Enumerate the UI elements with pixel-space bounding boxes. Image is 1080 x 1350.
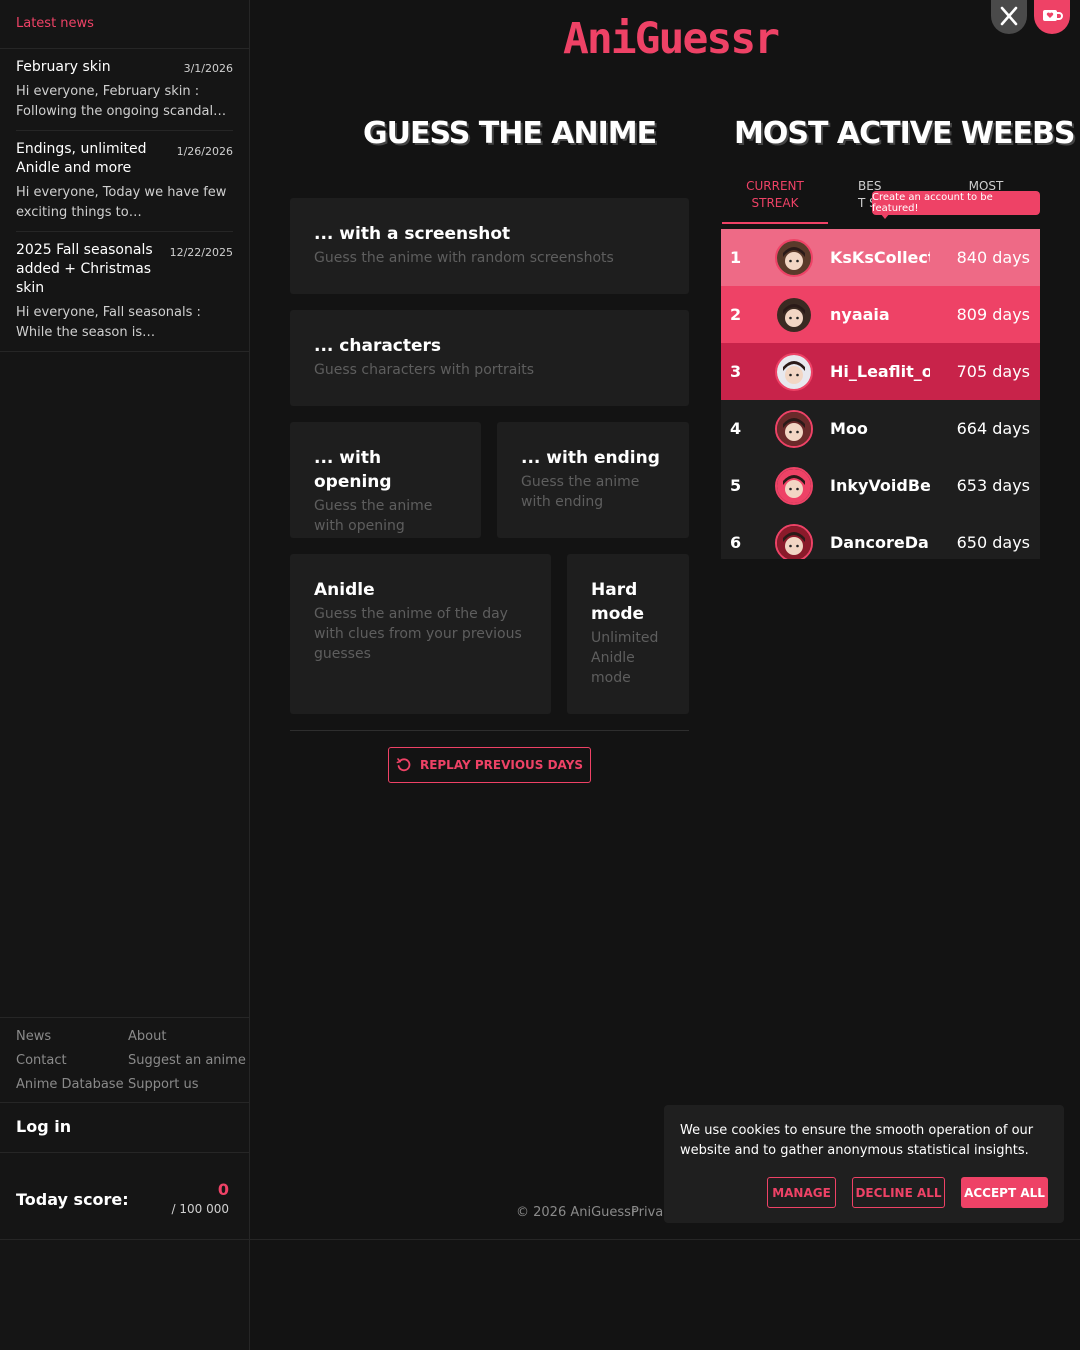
card-title: ... characters	[314, 336, 442, 356]
rank-number: 2	[730, 305, 742, 324]
card-desc: Guess the anime with random screenshots	[314, 250, 614, 266]
replay-previous-days-button[interactable]: REPLAY PREVIOUS DAYS	[388, 747, 591, 783]
tab-label: CURRENT STREAK	[746, 179, 804, 210]
leaderboard-row[interactable]: 6 DancoreDan 650 days	[721, 514, 1040, 559]
link-contact[interactable]: Contact	[16, 1053, 67, 1068]
news-date: 3/1/2026	[183, 62, 233, 75]
site-logo[interactable]: AniGuessr	[563, 14, 780, 64]
mode-hard-card[interactable]: Hard mode Unlimited Anidle mode	[567, 554, 689, 714]
card-desc: Guess characters with portraits	[314, 362, 535, 378]
privacy-link[interactable]: Privacy	[631, 1205, 665, 1220]
modes-title: GUESS THE ANIME	[363, 116, 657, 151]
rank-number: 5	[730, 476, 742, 495]
coffee-cup-icon[interactable]	[1034, 0, 1070, 34]
card-desc: Guess the anime with opening	[314, 498, 433, 534]
divider	[290, 730, 689, 731]
username: KsKsCollecti	[830, 248, 930, 267]
replay-icon	[396, 758, 411, 772]
link-anime-database[interactable]: Anime Database	[16, 1077, 124, 1092]
card-desc: Guess the anime with ending	[521, 474, 640, 510]
tab-underline	[722, 222, 828, 224]
mode-ending-card[interactable]: ... with ending Guess the anime with end…	[497, 422, 689, 538]
news-item[interactable]: 12/22/2025 2025 Fall seasonals added + C…	[16, 232, 233, 351]
username: Moo	[830, 419, 868, 438]
card-title: ... with a screenshot	[314, 224, 511, 244]
cookie-banner: We use cookies to ensure the smooth oper…	[664, 1105, 1064, 1223]
rank-number: 1	[730, 248, 742, 267]
news-date: 12/22/2025	[169, 246, 233, 259]
tab-current-streak[interactable]: CURRENT STREAK	[728, 178, 822, 212]
news-text: Hi everyone, Fall seasonals : While the …	[16, 305, 201, 340]
news-item[interactable]: 1/26/2026 Endings, unlimited Anidle and …	[16, 131, 233, 232]
news-header: Latest news	[0, 0, 249, 49]
score-label: Today score:	[16, 1190, 129, 1209]
streak-days: 809 days	[956, 305, 1030, 324]
score-max: / 100 000	[171, 1202, 229, 1216]
copyright: © 2026 AniGuessr	[516, 1205, 637, 1220]
username: nyaaia	[830, 305, 890, 324]
avatar	[775, 295, 813, 334]
mode-screenshot-card[interactable]: ... with a screenshot Guess the anime wi…	[290, 198, 689, 294]
avatar	[775, 409, 813, 448]
footer-divider	[250, 1239, 1080, 1240]
news-title: Endings, unlimited Anidle and more	[16, 141, 147, 176]
footer-links: News About Contact Suggest an anime Anim…	[0, 1017, 249, 1103]
news-title: February skin	[16, 59, 111, 75]
mode-anidle-card[interactable]: Anidle Guess the anime of the day with c…	[290, 554, 551, 714]
leaderboard-row[interactable]: 3 Hi_Leaflit_o 705 days	[721, 343, 1040, 400]
leaderboard-title: MOST ACTIVE WEEBS	[734, 116, 1075, 151]
streak-days: 650 days	[956, 533, 1030, 552]
avatar	[775, 523, 813, 559]
link-news[interactable]: News	[16, 1029, 51, 1044]
login-button[interactable]: Log in	[0, 1103, 249, 1153]
leaderboard-row[interactable]: 1 KsKsCollecti 840 days	[721, 229, 1040, 286]
streak-days: 664 days	[956, 419, 1030, 438]
username: DancoreDan	[830, 533, 930, 552]
avatar	[775, 238, 813, 277]
rank-number: 4	[730, 419, 742, 438]
news-text: Hi everyone, Today we have few exciting …	[16, 185, 227, 220]
card-desc: Unlimited Anidle mode	[591, 630, 659, 686]
mode-characters-card[interactable]: ... characters Guess characters with por…	[290, 310, 689, 406]
link-about[interactable]: About	[128, 1029, 166, 1044]
news-list: 3/1/2026 February skin Hi everyone, Febr…	[0, 49, 249, 352]
card-title: ... with ending	[521, 448, 660, 468]
card-desc: Guess the anime of the day with clues fr…	[314, 606, 522, 662]
news-item[interactable]: 3/1/2026 February skin Hi everyone, Febr…	[16, 49, 233, 131]
streak-days: 840 days	[956, 248, 1030, 267]
rank-number: 3	[730, 362, 742, 381]
streak-days: 705 days	[956, 362, 1030, 381]
news-date: 1/26/2026	[176, 145, 233, 158]
link-suggest-anime[interactable]: Suggest an anime	[128, 1053, 246, 1068]
leaderboard-row[interactable]: 2 nyaaia 809 days	[721, 286, 1040, 343]
cookie-text: We use cookies to ensure the smooth oper…	[680, 1123, 1034, 1158]
score-value: 0	[217, 1180, 229, 1199]
username: Hi_Leaflit_o	[830, 362, 930, 381]
username: InkyVoidBea	[830, 476, 930, 495]
leaderboard-row[interactable]: 5 InkyVoidBea 653 days	[721, 457, 1040, 514]
x-logo-icon[interactable]	[991, 0, 1027, 34]
card-title: Hard mode	[591, 580, 645, 624]
news-text: Hi everyone, February skin : Following t…	[16, 84, 227, 119]
leaderboard-table: 1 KsKsCollecti 840 days 2 nyaaia 809 days 3 Hi_…	[721, 229, 1040, 559]
cookie-decline-button[interactable]: DECLINE ALL	[852, 1177, 945, 1208]
mode-opening-card[interactable]: ... with opening Guess the anime with op…	[290, 422, 481, 538]
streak-days: 653 days	[956, 476, 1030, 495]
news-title: 2025 Fall seasonals added + Christmas sk…	[16, 242, 153, 296]
replay-label: REPLAY PREVIOUS DAYS	[419, 758, 584, 772]
today-score: Today score: 0 / 100 000	[0, 1153, 249, 1240]
featured-tooltip: Create an account to be featured!	[872, 191, 1040, 219]
rank-number: 6	[730, 533, 742, 552]
avatar	[775, 352, 813, 391]
link-support-us[interactable]: Support us	[128, 1077, 199, 1092]
card-title: Anidle	[314, 580, 375, 600]
cookie-accept-button[interactable]: ACCEPT ALL	[961, 1177, 1048, 1208]
cookie-manage-button[interactable]: MANAGE	[767, 1177, 836, 1208]
sidebar: Latest news 3/1/2026 February skin Hi ev…	[0, 0, 250, 1350]
leaderboard-row[interactable]: 4 Moo 664 days	[721, 400, 1040, 457]
avatar	[775, 466, 813, 505]
card-title: ... with opening	[314, 448, 392, 492]
